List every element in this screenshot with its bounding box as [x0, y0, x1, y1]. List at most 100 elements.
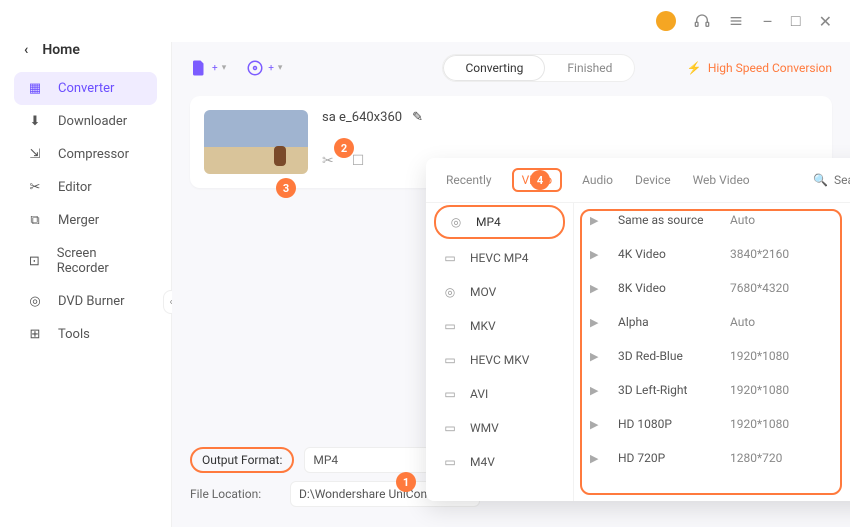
sidebar-item-label: Tools — [58, 327, 90, 342]
back-icon[interactable]: ‹ — [24, 42, 28, 58]
sidebar-item-downloader[interactable]: ⬇ Downloader — [14, 105, 157, 138]
format-mp4[interactable]: ◎MP4 — [434, 205, 565, 239]
sidebar-item-converter[interactable]: ▦ Converter — [14, 72, 157, 105]
preset-name: 8K Video — [618, 281, 730, 295]
callout-3: 3 — [276, 178, 296, 198]
trim-icon[interactable]: ✂ — [322, 153, 334, 169]
preset-name: 3D Red-Blue — [618, 349, 730, 363]
output-format-label: Output Format: — [190, 447, 294, 473]
sidebar-item-label: Screen Recorder — [57, 246, 145, 276]
format-wmv[interactable]: ▭WMV — [426, 411, 573, 445]
play-icon: ▶ — [590, 248, 608, 261]
preset-list: ▶Same as sourceAuto✎ ▶4K Video3840*2160✎… — [574, 203, 850, 501]
format-label: HEVC MKV — [470, 353, 529, 367]
preset-1080p[interactable]: ▶HD 1080P1920*1080✎ — [574, 407, 850, 441]
titlebar: – □ ✕ — [0, 0, 850, 42]
downloader-icon: ⬇ — [26, 114, 44, 129]
sidebar-item-label: Merger — [58, 213, 99, 228]
film-icon: ▭ — [442, 455, 458, 469]
tab-finished[interactable]: Finished — [545, 55, 634, 81]
search-icon: 🔍 — [813, 173, 828, 187]
sidebar-item-tools[interactable]: ⊞ Tools — [14, 318, 157, 351]
sidebar-item-label: Editor — [58, 180, 92, 195]
preset-720p[interactable]: ▶HD 720P1280*720✎ — [574, 441, 850, 475]
format-label: HEVC MP4 — [470, 251, 529, 265]
add-dvd-button[interactable]: +▾ — [246, 59, 282, 77]
segmented-control: Converting Finished — [442, 54, 635, 82]
format-label: MKV — [470, 319, 496, 333]
preset-resolution: Auto — [730, 213, 820, 227]
sidebar: ‹ Home ▦ Converter ⬇ Downloader ⇲Compresso… — [0, 42, 172, 527]
maximize-button[interactable]: □ — [791, 11, 801, 31]
sidebar-item-label: Downloader — [58, 114, 127, 129]
format-mkv[interactable]: ▭ MKV — [426, 309, 573, 343]
preset-name: HD 1080P — [618, 417, 730, 431]
home-row[interactable]: ‹ Home — [14, 42, 157, 72]
preset-resolution: 1920*1080 — [730, 417, 820, 431]
tools-icon: ⊞ — [26, 327, 44, 342]
file-location-label: File Location: — [190, 487, 280, 501]
preset-3d-red-blue[interactable]: ▶3D Red-Blue1920*1080✎ — [574, 339, 850, 373]
avatar[interactable] — [656, 11, 676, 31]
tab-web-video[interactable]: Web Video — [691, 169, 752, 191]
tab-recently[interactable]: Recently — [444, 169, 494, 191]
target-icon: ◎ — [442, 285, 458, 299]
crop-icon[interactable]: ☐ — [352, 153, 365, 169]
preset-name: Alpha — [618, 315, 730, 329]
bolt-icon: ⚡ — [687, 61, 702, 75]
sidebar-item-editor[interactable]: ✂Editor — [14, 171, 157, 204]
output-format-value: MP4 — [313, 453, 338, 467]
format-m4v[interactable]: ▭M4V — [426, 445, 573, 479]
preset-resolution: 7680*4320 — [730, 281, 820, 295]
tab-device[interactable]: Device — [633, 169, 673, 191]
film-icon: ▭ — [442, 421, 458, 435]
play-icon: ▶ — [590, 316, 608, 329]
hevc-icon: ▭ — [442, 353, 458, 367]
search-box[interactable]: 🔍 — [813, 173, 850, 187]
play-icon: ▶ — [590, 452, 608, 465]
preset-name: HD 720P — [618, 451, 730, 465]
preset-name: 3D Left-Right — [618, 383, 730, 397]
compressor-icon: ⇲ — [26, 147, 44, 162]
rename-icon[interactable]: ✎ — [412, 110, 423, 125]
headset-icon[interactable] — [694, 13, 710, 29]
format-mov[interactable]: ◎ MOV — [426, 275, 573, 309]
sidebar-item-merger[interactable]: ⧉Merger — [14, 204, 157, 237]
format-label: MOV — [470, 285, 496, 299]
format-hevc-mkv[interactable]: ▭ HEVC MKV — [426, 343, 573, 377]
format-dropdown: Recently Video Audio Device Web Video 🔍 … — [426, 158, 850, 501]
dvd-icon: ◎ — [26, 294, 44, 309]
converter-icon: ▦ — [26, 81, 44, 96]
sidebar-item-label: DVD Burner — [58, 294, 125, 309]
minimize-button[interactable]: – — [762, 12, 773, 31]
format-label: MP4 — [476, 215, 501, 229]
menu-icon[interactable] — [728, 13, 744, 29]
high-speed-toggle[interactable]: ⚡High Speed Conversion — [687, 61, 832, 75]
preset-3d-left-right[interactable]: ▶3D Left-Right1920*1080✎ — [574, 373, 850, 407]
close-button[interactable]: ✕ — [819, 12, 832, 31]
play-icon: ▶ — [590, 418, 608, 431]
preset-same-as-source[interactable]: ▶Same as sourceAuto✎ — [574, 203, 850, 237]
preset-name: Same as source — [618, 213, 730, 227]
film-icon: ▭ — [442, 387, 458, 401]
preset-4k[interactable]: ▶4K Video3840*2160✎ — [574, 237, 850, 271]
tab-audio[interactable]: Audio — [580, 169, 615, 191]
home-label: Home — [42, 42, 80, 58]
sidebar-item-dvd-burner[interactable]: ◎ DVD Burner — [14, 285, 157, 318]
sidebar-item-screen-recorder[interactable]: ⊡Screen Recorder — [14, 237, 157, 285]
format-avi[interactable]: ▭ AVI — [426, 377, 573, 411]
tab-converting[interactable]: Converting — [443, 55, 545, 81]
preset-alpha[interactable]: ▶AlphaAuto✎ — [574, 305, 850, 339]
format-hevc-mp4[interactable]: ▭HEVC MP4 — [426, 241, 573, 275]
film-icon: ▭ — [442, 319, 458, 333]
play-icon: ▶ — [590, 350, 608, 363]
sidebar-item-label: Converter — [58, 81, 114, 96]
sidebar-item-compressor[interactable]: ⇲Compressor — [14, 138, 157, 171]
content: +▾ +▾ Converting Finished ⚡High Speed Co… — [172, 42, 850, 527]
search-input[interactable] — [834, 173, 850, 187]
format-label: AVI — [470, 387, 488, 401]
preset-8k[interactable]: ▶8K Video7680*4320✎ — [574, 271, 850, 305]
video-thumbnail[interactable] — [204, 110, 308, 174]
add-file-button[interactable]: +▾ — [190, 59, 226, 77]
callout-4: 4 — [530, 170, 550, 190]
